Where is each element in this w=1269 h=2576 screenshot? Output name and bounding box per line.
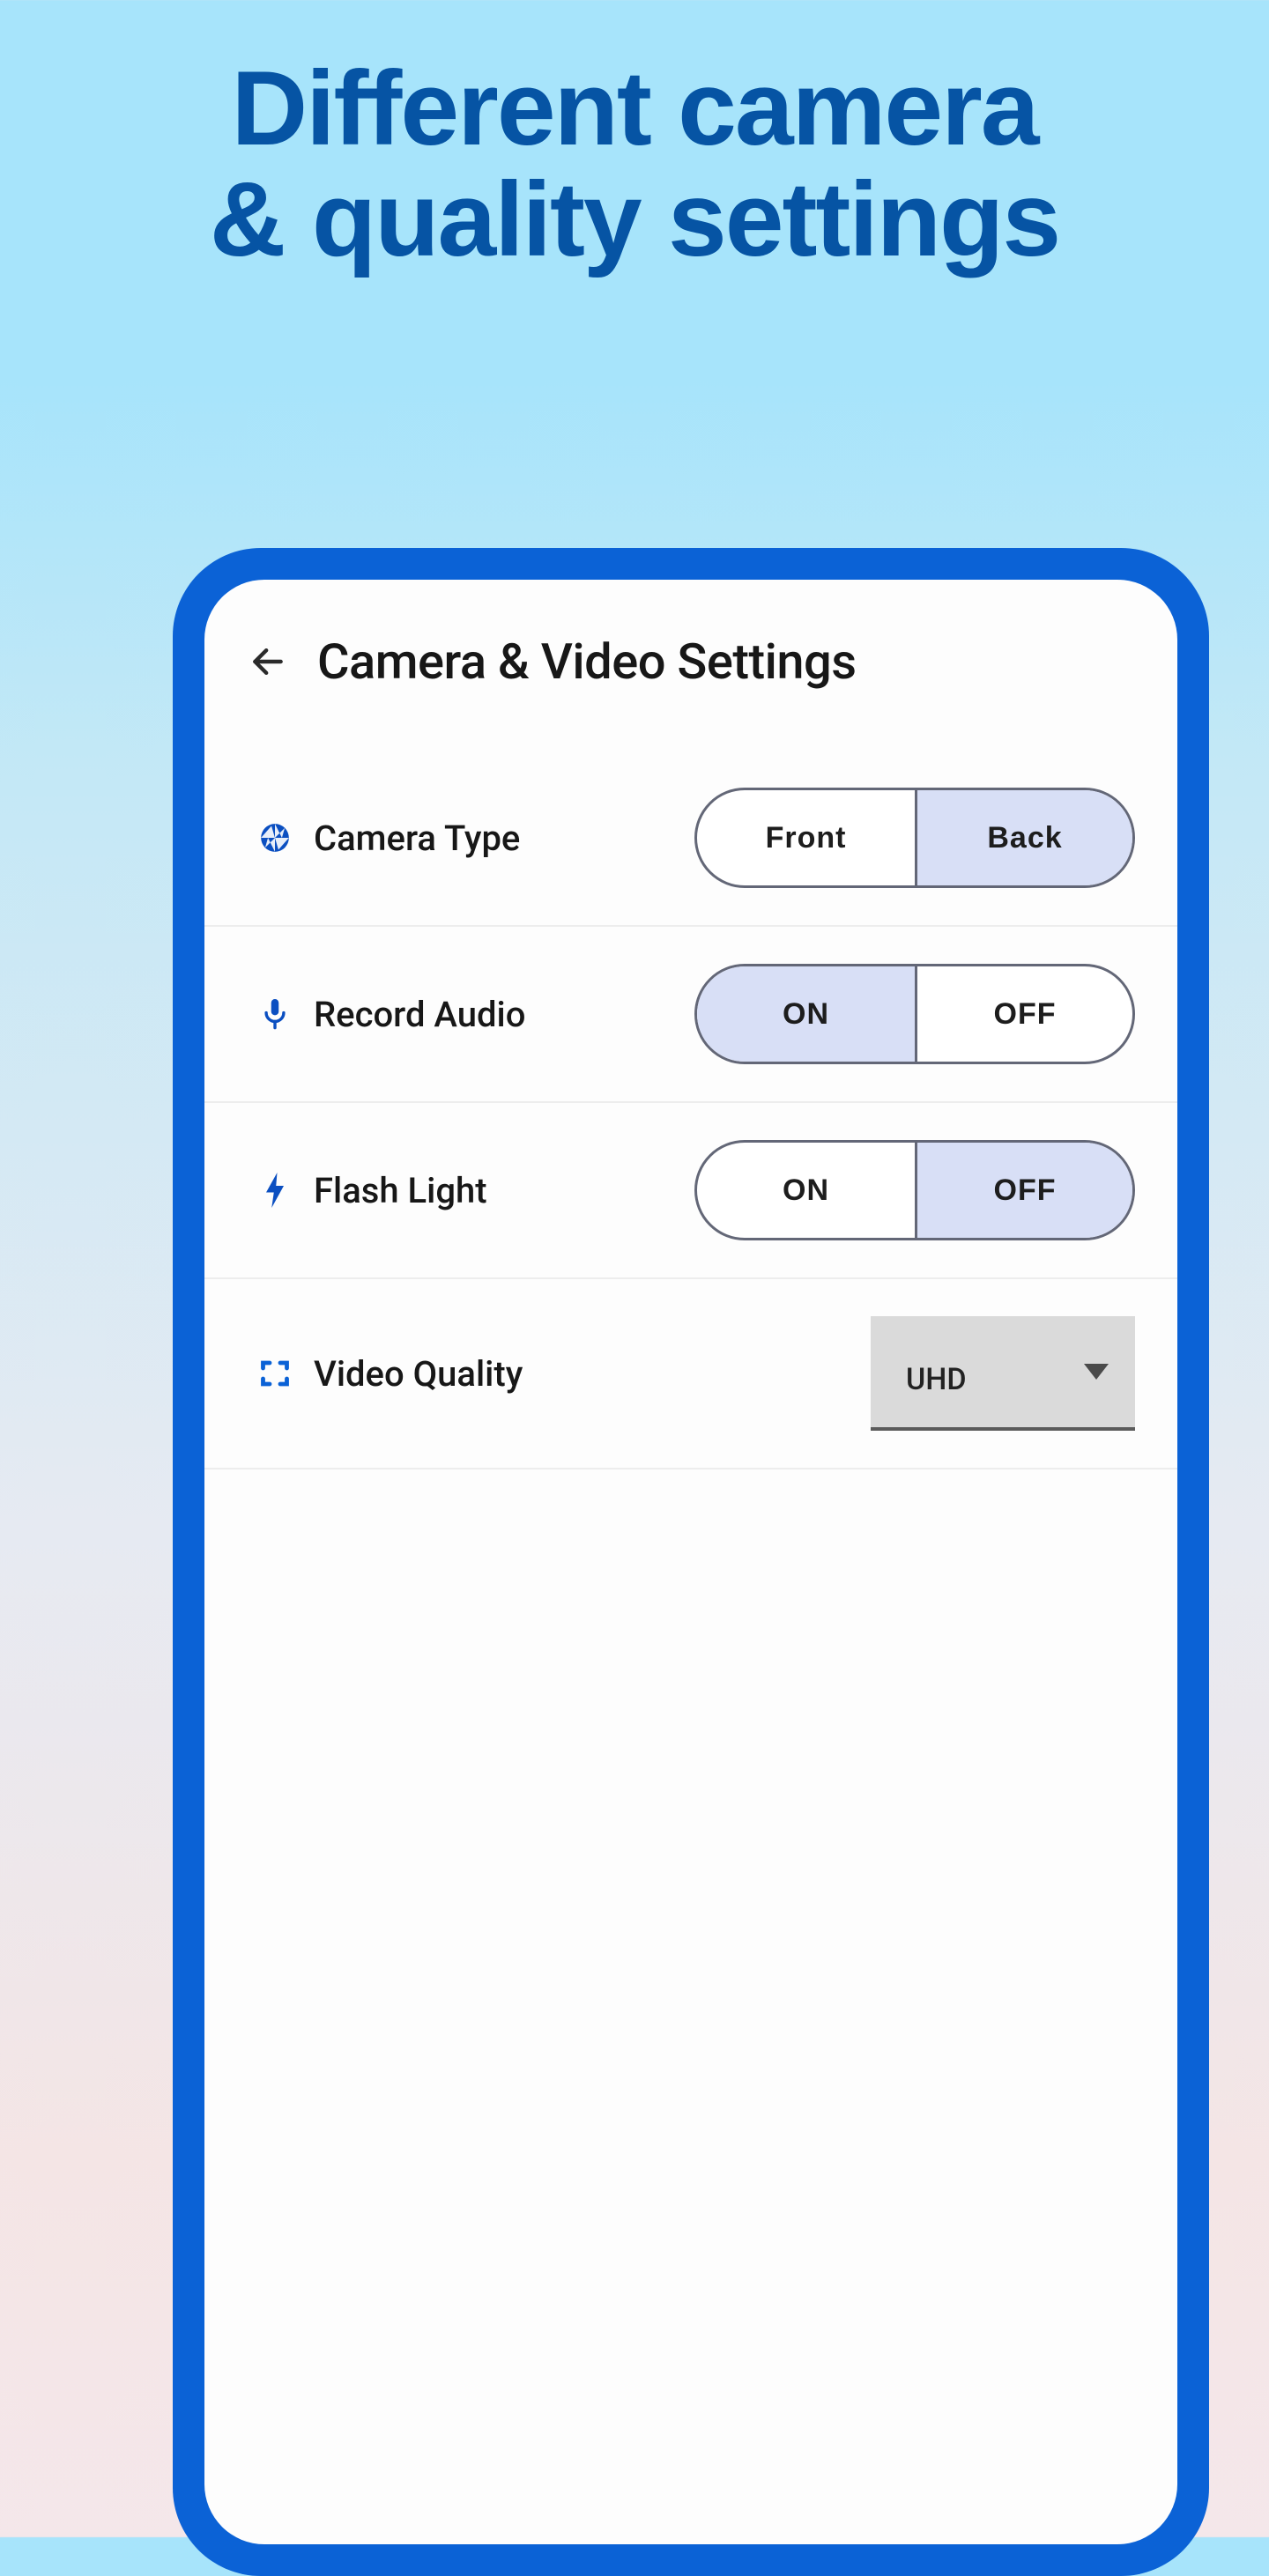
video-quality-dropdown[interactable]: UHD: [871, 1316, 1135, 1431]
flash-light-off-button[interactable]: OFF: [915, 1143, 1132, 1238]
row-left: Camera Type: [257, 818, 520, 859]
row-left: Record Audio: [257, 994, 525, 1035]
promo-heading: Different camera & quality settings: [0, 0, 1269, 275]
video-quality-value: UHD: [906, 1346, 967, 1397]
fullscreen-brackets-icon: [257, 1356, 293, 1391]
promo-heading-line2: & quality settings: [0, 164, 1269, 275]
row-camera-type: Camera Type Front Back: [204, 751, 1177, 927]
row-left: Video Quality: [257, 1353, 523, 1395]
page-title: Camera & Video Settings: [317, 633, 857, 691]
chevron-down-icon: [1084, 1364, 1109, 1380]
aperture-icon: [257, 820, 293, 855]
flash-light-label: Flash Light: [314, 1170, 487, 1211]
microphone-icon: [257, 996, 293, 1032]
camera-type-back-button[interactable]: Back: [915, 790, 1132, 885]
record-audio-segmented: ON OFF: [694, 964, 1135, 1064]
video-quality-label: Video Quality: [314, 1353, 523, 1395]
flash-light-segmented: ON OFF: [694, 1140, 1135, 1240]
back-button[interactable]: [247, 640, 289, 683]
camera-type-label: Camera Type: [314, 818, 520, 859]
promo-heading-line1: Different camera: [0, 53, 1269, 164]
camera-type-front-button[interactable]: Front: [697, 790, 915, 885]
phone-frame: Camera & Video Settings Camera Type Fron…: [173, 548, 1209, 2576]
camera-type-segmented: Front Back: [694, 788, 1135, 888]
row-video-quality: Video Quality UHD: [204, 1279, 1177, 1469]
record-audio-label: Record Audio: [314, 994, 525, 1035]
settings-list: Camera Type Front Back Record Audio ON: [204, 715, 1177, 1469]
row-record-audio: Record Audio ON OFF: [204, 927, 1177, 1103]
record-audio-on-button[interactable]: ON: [697, 966, 915, 1062]
record-audio-off-button[interactable]: OFF: [915, 966, 1132, 1062]
app-bar: Camera & Video Settings: [204, 580, 1177, 715]
row-left: Flash Light: [257, 1170, 487, 1211]
arrow-left-icon: [249, 642, 287, 681]
flash-light-on-button[interactable]: ON: [697, 1143, 915, 1238]
flash-icon: [257, 1173, 293, 1208]
row-flash-light: Flash Light ON OFF: [204, 1103, 1177, 1279]
phone-screen: Camera & Video Settings Camera Type Fron…: [204, 580, 1177, 2544]
